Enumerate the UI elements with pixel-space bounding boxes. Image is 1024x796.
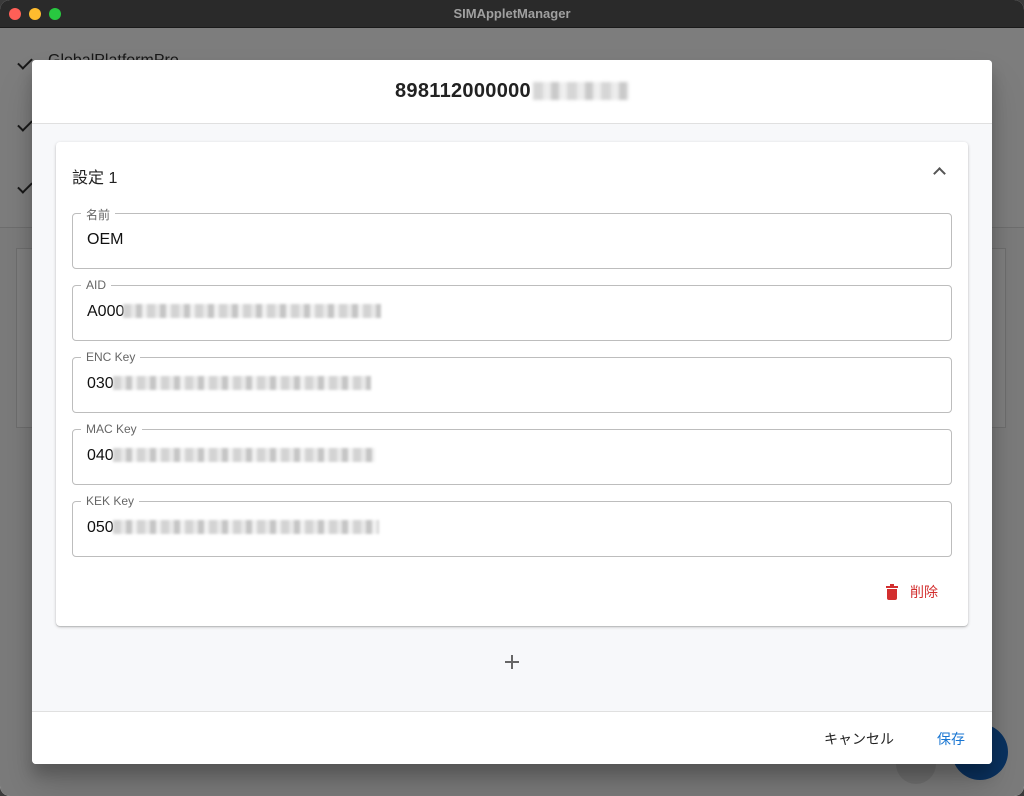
add-setting-button[interactable] xyxy=(498,648,526,676)
mac-key-field[interactable]: MAC Key 040 xyxy=(72,422,952,485)
field-value-text: A000 xyxy=(87,303,125,320)
redacted-mask xyxy=(532,82,629,100)
field-label: KEK Key xyxy=(81,494,140,508)
dialog-footer: キャンセル 保存 xyxy=(32,711,992,764)
dialog-title-text: 898112000000 xyxy=(395,80,531,102)
panel-title: 設定 1 xyxy=(72,170,118,187)
field-value-text: 030 xyxy=(87,375,114,392)
redacted-mask xyxy=(112,520,379,534)
settings-panel: 設定 1 名前 OEM AID A000 ENC Key 030 MAC Key… xyxy=(56,142,968,626)
field-label: AID xyxy=(81,278,112,292)
delete-button-label: 削除 xyxy=(910,584,938,600)
delete-button[interactable]: 削除 xyxy=(886,582,938,602)
redacted-mask xyxy=(112,448,375,462)
cancel-button[interactable]: キャンセル xyxy=(824,729,894,749)
save-button[interactable]: 保存 xyxy=(937,729,965,749)
app-window: SIMAppletManager GlobalPlatformPro 89811… xyxy=(0,0,1024,796)
field-label: 名前 xyxy=(81,206,116,223)
plus-icon-stroke xyxy=(511,655,513,669)
field-value[interactable]: 050 xyxy=(87,519,379,537)
field-label: MAC Key xyxy=(81,422,142,436)
name-field[interactable]: 名前 OEM xyxy=(72,206,952,269)
chevron-up-icon[interactable] xyxy=(933,167,946,180)
trash-icon xyxy=(886,583,898,600)
field-label: ENC Key xyxy=(81,350,141,364)
redacted-mask xyxy=(112,376,371,390)
field-value-text: 050 xyxy=(87,519,114,536)
title-bar: SIMAppletManager xyxy=(0,0,1024,28)
redacted-mask xyxy=(123,304,382,318)
field-value-text: 040 xyxy=(87,447,114,464)
dialog-title: 898112000000 xyxy=(32,80,992,103)
field-value[interactable]: A000 xyxy=(87,303,382,321)
field-value[interactable]: 030 xyxy=(87,375,371,393)
window-title: SIMAppletManager xyxy=(453,6,571,21)
kek-key-field[interactable]: KEK Key 050 xyxy=(72,494,952,557)
field-value[interactable]: OEM xyxy=(87,231,123,249)
settings-dialog: 898112000000 設定 1 名前 OEM AID A000 ENC Ke… xyxy=(32,60,992,764)
field-value[interactable]: 040 xyxy=(87,447,375,465)
aid-field[interactable]: AID A000 xyxy=(72,278,952,341)
dialog-header: 898112000000 xyxy=(32,60,992,124)
field-value-text: OEM xyxy=(87,231,124,248)
enc-key-field[interactable]: ENC Key 030 xyxy=(72,350,952,413)
